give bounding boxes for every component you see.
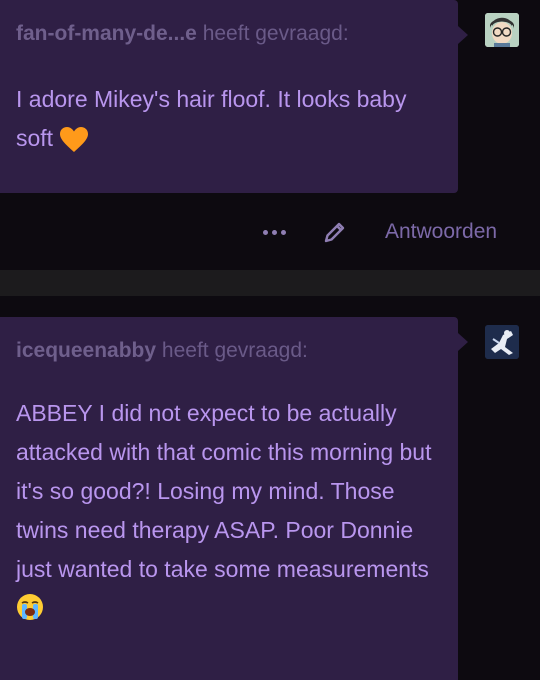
ask-card-1: fan-of-many-de...e heeft gevraagd: I ado… (0, 0, 468, 193)
orange-heart-icon (60, 126, 89, 152)
asker-line: icequeenabby heeft gevraagd: (16, 339, 308, 363)
asker-name-link[interactable]: fan-of-many-de...e (16, 22, 197, 45)
speech-tail (458, 333, 468, 351)
avatar-glasses-icon (485, 13, 519, 47)
reply-button[interactable]: Antwoorden (385, 220, 497, 244)
question-text: ABBEY I did not expect to be actually at… (16, 394, 448, 621)
ask-card-2: icequeenabby heeft gevraagd: ABBEY I did… (0, 317, 468, 680)
ellipsis-icon[interactable] (256, 222, 292, 242)
avatar-1[interactable] (485, 13, 519, 47)
loudly-crying-face-icon (17, 594, 43, 620)
post-divider (0, 270, 540, 296)
avatar-2[interactable] (485, 325, 519, 359)
asker-line: fan-of-many-de...e heeft gevraagd: (16, 22, 349, 46)
asker-name-link[interactable]: icequeenabby (16, 339, 156, 362)
question-body: ABBEY I did not expect to be actually at… (16, 400, 432, 582)
asked-label: heeft gevraagd: (202, 22, 349, 45)
pencil-icon[interactable] (320, 217, 350, 247)
question-text: I adore Mikey's hair floof. It looks bab… (16, 80, 446, 158)
avatar-figure-icon (485, 325, 519, 359)
asked-label: heeft gevraagd: (161, 339, 308, 362)
speech-tail (458, 26, 468, 44)
